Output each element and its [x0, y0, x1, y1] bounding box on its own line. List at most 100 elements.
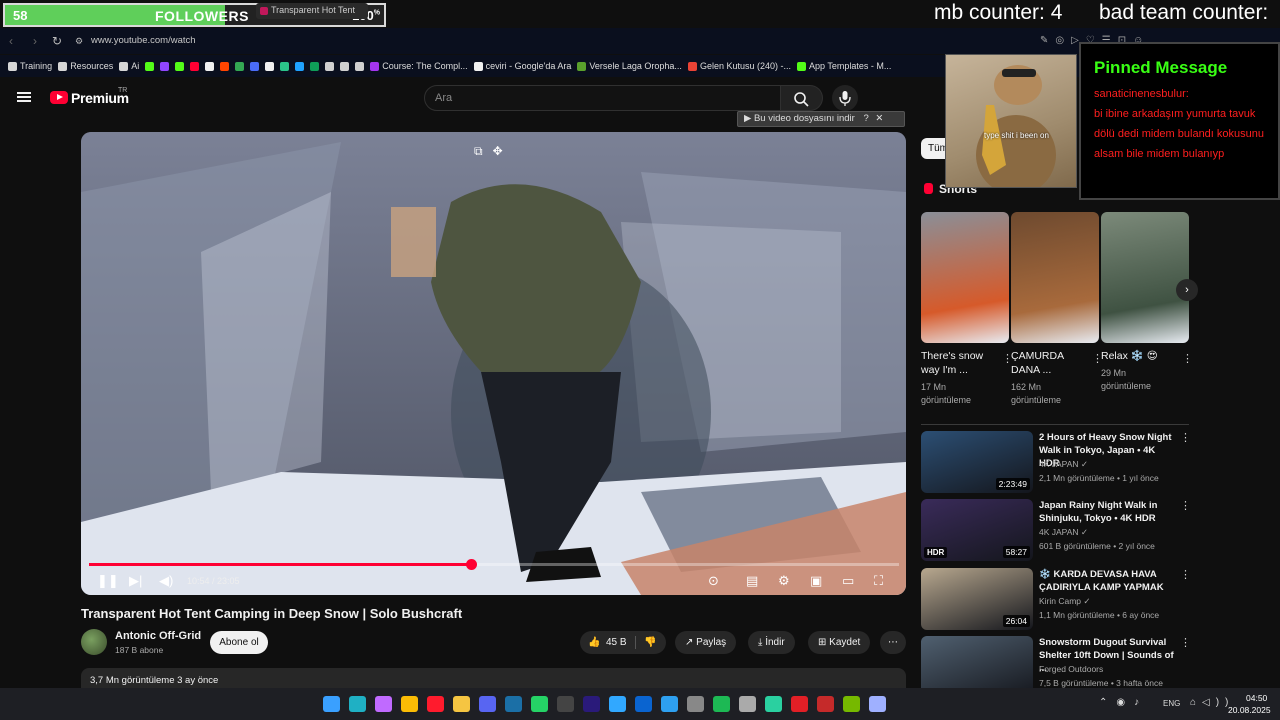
like-icon[interactable]: 👍 [588, 631, 600, 654]
obs-icon[interactable] [739, 696, 756, 712]
more-vert-icon[interactable]: ⋮ [1180, 499, 1191, 512]
channel-name[interactable]: Antonic Off-Grid [115, 630, 201, 642]
bookmark-item[interactable]: Versele Laga Oropha... [577, 61, 682, 71]
bookmark-item[interactable] [205, 61, 215, 71]
short-title[interactable]: There's snow way I'm ... [921, 349, 995, 377]
short-title[interactable]: ÇAMURDA DANA ... [1011, 349, 1085, 377]
video-title[interactable]: ❄️ KARDA DEVASA HAVA ÇADIRIYLA KAMP YAPM… [1039, 568, 1175, 594]
more-vert-icon[interactable]: ⋮ [1180, 431, 1191, 444]
filezilla-icon[interactable] [817, 696, 834, 712]
url-field[interactable]: www.youtube.com/watch [91, 35, 196, 46]
photoshop-icon[interactable] [609, 696, 626, 712]
steam-icon[interactable] [505, 696, 522, 712]
system-tray-icons[interactable]: ⌃◉♪ [1099, 697, 1148, 708]
browser-tab[interactable]: Transparent Hot Tent [256, 3, 368, 19]
volume-icon[interactable]: ◀) [159, 573, 173, 589]
short-thumbnail[interactable] [921, 212, 1009, 343]
fullscreen-icon[interactable]: ⛶ [874, 573, 883, 589]
bookmark-item[interactable] [190, 61, 200, 71]
acrobat-icon[interactable] [791, 696, 808, 712]
video-title[interactable]: Japan Rainy Night Walk in Shinjuku, Toky… [1039, 499, 1175, 525]
bookmark-item[interactable] [325, 61, 335, 71]
subscribe-button[interactable]: Abone ol [210, 631, 268, 654]
bookmark-item[interactable] [265, 61, 275, 71]
recommended-video[interactable]: 26:04 ❄️ KARDA DEVASA HAVA ÇADIRIYLA KAMP… [921, 568, 1191, 630]
vscode-icon[interactable] [661, 696, 678, 712]
file-explorer-icon[interactable] [453, 696, 470, 712]
download-video-banner[interactable]: ▶ Bu video dosyasını indir ? ✕ [737, 111, 905, 127]
short-card[interactable]: There's snow way I'm ... 17 Mn görüntülem… [921, 212, 1013, 407]
video-thumbnail[interactable]: 58:27 HDR [921, 499, 1033, 561]
more-vert-icon[interactable]: ⋮ [1180, 568, 1191, 581]
app-icon[interactable] [869, 696, 886, 712]
copilot-icon[interactable] [375, 696, 392, 712]
bookmark-item[interactable] [355, 61, 365, 71]
channel-name[interactable]: 4K JAPAN ✓ [1039, 459, 1088, 470]
save-button[interactable]: ⊞ Kaydet [808, 631, 871, 654]
app-icon[interactable] [687, 696, 704, 712]
like-count[interactable]: 45 B [606, 631, 627, 654]
bookmark-item[interactable] [160, 61, 170, 71]
premiere-icon[interactable] [583, 696, 600, 712]
recommended-video[interactable]: 2:23:49 2 Hours of Heavy Snow Night Walk … [921, 431, 1191, 493]
bookmark-item[interactable] [280, 61, 290, 71]
video-thumbnail[interactable]: 2:23:49 [921, 431, 1033, 493]
download-button[interactable]: ⤓ İndir [748, 631, 795, 654]
short-title[interactable]: Relax ❄️ 😍 [1101, 349, 1175, 363]
site-info-icon[interactable]: ⚙ [75, 36, 83, 47]
whatsapp-icon[interactable] [531, 696, 548, 712]
back-icon[interactable]: ‹ [9, 34, 13, 48]
bookmark-item[interactable] [220, 61, 230, 71]
forward-icon[interactable]: › [33, 34, 37, 48]
input-language[interactable]: ENG [1163, 699, 1180, 708]
app-icon[interactable] [765, 696, 782, 712]
bookmark-item[interactable]: App Templates - M... [796, 61, 891, 71]
bookmark-item[interactable] [295, 61, 305, 71]
autoplay-toggle-icon[interactable]: ⊙ [708, 573, 719, 589]
spotify-icon[interactable] [713, 696, 730, 712]
clock-date[interactable]: 20.08.2025 [1228, 705, 1271, 715]
channel-avatar[interactable] [81, 629, 107, 655]
opera-icon[interactable] [427, 696, 444, 712]
bookmark-item[interactable]: Resources [58, 61, 113, 71]
windows-start-icon[interactable] [323, 696, 340, 712]
chrome-icon[interactable] [401, 696, 418, 712]
search-button[interactable] [781, 85, 823, 111]
youtube-logo-icon[interactable] [50, 91, 68, 104]
shorts-next-button[interactable]: › [1176, 279, 1198, 301]
settings-icon[interactable]: ⚙ [778, 573, 790, 589]
discord-icon[interactable] [479, 696, 496, 712]
more-vert-icon[interactable]: ⋮ [1180, 636, 1191, 649]
recommended-video[interactable]: 58:27 HDR Japan Rainy Night Walk in Shinju… [921, 499, 1191, 561]
pause-icon[interactable]: ❚❚ [97, 573, 119, 589]
more-vert-icon[interactable]: ⋮ [1182, 352, 1193, 365]
menu-icon[interactable] [17, 92, 31, 102]
channel-name[interactable]: 4K JAPAN ✓ [1039, 527, 1088, 538]
theater-mode-icon[interactable]: ▭ [842, 573, 854, 589]
bookmark-item[interactable]: Course: The Compl... [370, 61, 468, 71]
progress-bar[interactable] [89, 559, 899, 570]
subtitles-icon[interactable]: ▤ [746, 573, 758, 589]
video-thumbnail[interactable]: 26:04 [921, 568, 1033, 630]
bookmark-item[interactable] [175, 61, 185, 71]
epic-games-icon[interactable] [557, 696, 574, 712]
channel-name[interactable]: Forged Outdoors [1039, 664, 1103, 674]
short-thumbnail[interactable] [1011, 212, 1099, 343]
more-actions-button[interactable]: ⋯ [880, 631, 906, 654]
outlook-icon[interactable] [635, 696, 652, 712]
clock-time[interactable]: 04:50 [1246, 693, 1267, 703]
video-player[interactable]: ⧉✥ ❚❚ ▶| ◀) 10:54 / 23:05 ⊙ ▤ ⚙ ▣ ▭ ⛶ [81, 132, 906, 595]
bookmark-item[interactable] [310, 61, 320, 71]
nvidia-icon[interactable] [843, 696, 860, 712]
bookmark-item[interactable] [340, 61, 350, 71]
bookmark-item[interactable] [235, 61, 245, 71]
bookmark-item[interactable]: ceviri - Google'da Ara [473, 61, 571, 71]
edge-icon[interactable] [349, 696, 366, 712]
short-card[interactable]: Relax ❄️ 😍 29 Mn görüntüleme ⋮ [1101, 212, 1193, 393]
bookmark-item[interactable] [145, 61, 155, 71]
channel-name[interactable]: Kirin Camp ✓ [1039, 596, 1091, 607]
close-icon[interactable]: ✕ [875, 113, 883, 124]
search-input[interactable]: Ara [424, 85, 781, 111]
share-button[interactable]: ↗ Paylaş [675, 631, 737, 654]
short-thumbnail[interactable] [1101, 212, 1189, 343]
